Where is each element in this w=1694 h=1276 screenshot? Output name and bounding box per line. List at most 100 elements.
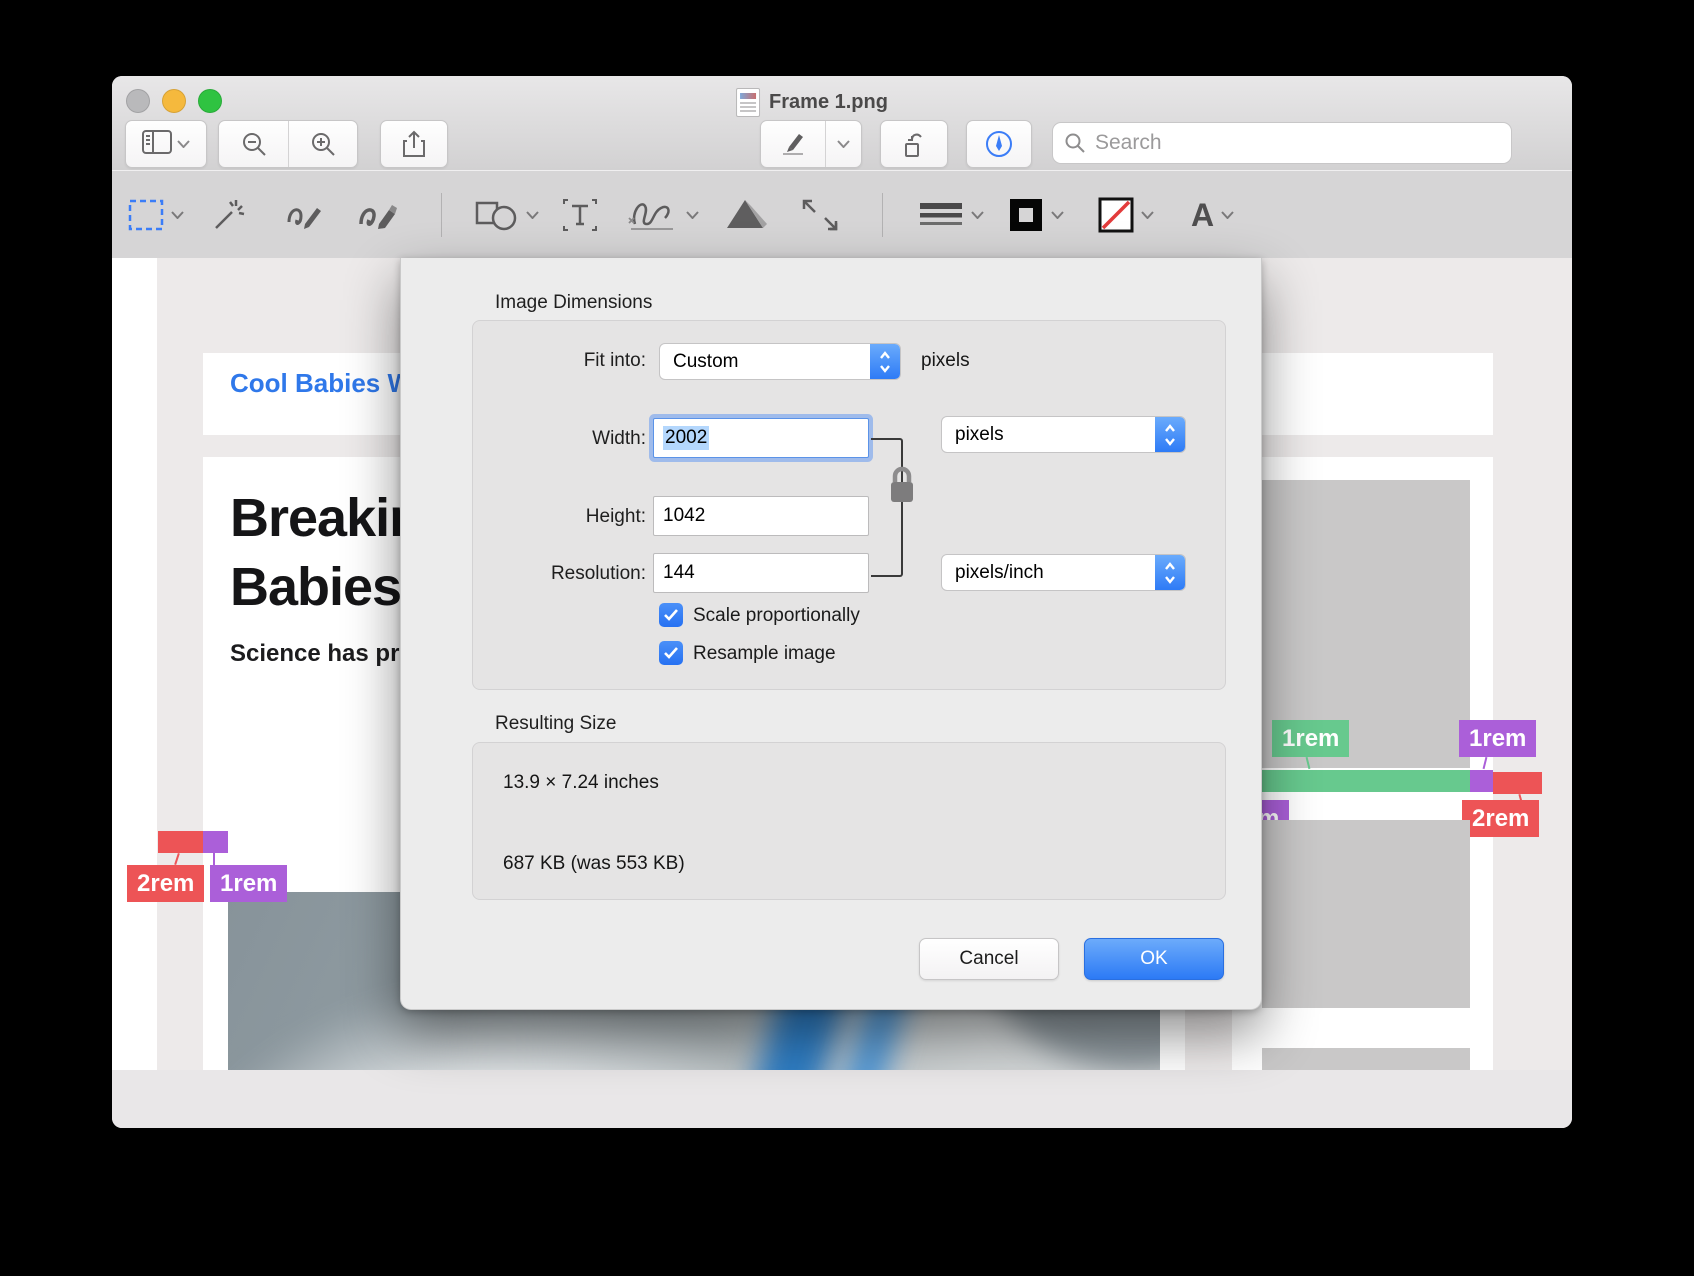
resolution-unit-popup[interactable]: pixels/inch: [941, 554, 1186, 591]
ok-label: OK: [1140, 948, 1168, 969]
size-unit-value: pixels: [955, 423, 1004, 445]
height-label: Height:: [585, 506, 646, 527]
markup-pen-dropdown[interactable]: [826, 121, 861, 167]
badge-label: 1rem: [1282, 724, 1340, 752]
ok-button[interactable]: OK: [1084, 938, 1224, 980]
sidebar-icon: [142, 129, 172, 159]
toolbar-divider: [441, 193, 442, 237]
preview-window: Frame 1.png Search A Cool Babies We Brea…: [112, 76, 1572, 1128]
badge-label: 2rem: [1472, 804, 1530, 832]
fill-color-tool[interactable]: [1098, 171, 1154, 259]
resample-image-checkbox[interactable]: [659, 641, 683, 665]
rotate-left-icon: [905, 133, 922, 157]
resulting-dimensions: 13.9 × 7.24 inches: [503, 772, 659, 793]
chevron-down-icon: [686, 211, 699, 219]
width-label: Width:: [592, 428, 646, 449]
page-link: Cool Babies We: [230, 368, 427, 398]
page-left-white-column: [112, 258, 157, 1070]
fit-into-value: Custom: [673, 350, 739, 372]
width-input[interactable]: 2002: [653, 418, 869, 458]
left-2rem-badge: 2rem: [127, 865, 205, 902]
section-title-image-dimensions: Image Dimensions: [495, 292, 653, 313]
fit-into-popup[interactable]: Custom: [659, 343, 901, 380]
search-field[interactable]: [1052, 122, 1512, 164]
minimize-button[interactable]: [162, 89, 186, 113]
popup-stepper-icon: [1155, 555, 1185, 590]
popup-stepper-icon: [1155, 417, 1185, 452]
close-button[interactable]: [126, 89, 150, 113]
resample-image-label: Resample image: [693, 643, 836, 664]
fit-into-unit: pixels: [921, 350, 970, 371]
zoom-in-button[interactable]: [289, 121, 357, 167]
zoom-button[interactable]: [198, 89, 222, 113]
adjust-size-icon: [802, 199, 838, 231]
sidebar-placeholder-block: [1262, 1048, 1470, 1070]
adjust-color-tool[interactable]: [725, 171, 769, 259]
border-color-icon: [1010, 199, 1042, 231]
right-2rem-badge: 2rem: [1462, 800, 1540, 837]
text-style-tool[interactable]: A: [1191, 171, 1234, 259]
cancel-button[interactable]: Cancel: [919, 938, 1059, 980]
sidebar-toggle-button[interactable]: [125, 120, 207, 168]
size-unit-popup[interactable]: pixels: [941, 416, 1186, 453]
selection-tool[interactable]: [128, 171, 184, 259]
adjust-size-tool[interactable]: [801, 171, 839, 259]
zoom-out-button[interactable]: [220, 121, 288, 167]
resolution-unit-value: pixels/inch: [955, 561, 1044, 583]
instant-alpha-wand-icon: [215, 200, 245, 229]
left-red-connector: [174, 852, 180, 866]
text-tool[interactable]: [562, 171, 598, 259]
right-red-margin-bar: [1493, 772, 1542, 794]
markup-pen-icon: [783, 134, 803, 155]
rotate-left-button[interactable]: [880, 120, 948, 168]
share-button[interactable]: [380, 120, 448, 168]
resolution-input[interactable]: 144: [653, 553, 869, 593]
right-green-1rem-badge: 1rem: [1272, 720, 1350, 757]
checkmark-icon: [664, 647, 678, 659]
sidebar-placeholder-block: [1262, 820, 1470, 1008]
markup-pen-button[interactable]: [761, 121, 825, 167]
chevron-down-icon: [971, 211, 984, 219]
popup-stepper-icon: [870, 344, 900, 379]
instant-alpha-tool[interactable]: [212, 171, 246, 259]
section-title-resulting-size: Resulting Size: [495, 713, 617, 734]
resolution-label: Resolution:: [550, 563, 646, 584]
chevron-down-icon: [177, 140, 190, 148]
window-title: Frame 1.png: [769, 91, 888, 113]
resulting-filesize: 687 KB (was 553 KB): [503, 853, 685, 874]
line-style-icon: [920, 203, 962, 225]
right-purple-padding-bar: [1470, 770, 1493, 792]
selection-icon: [128, 199, 164, 231]
scale-proportionally-label: Scale proportionally: [693, 605, 860, 626]
toolbar-divider: [882, 193, 883, 237]
sign-tool[interactable]: [627, 171, 699, 259]
sketch-icon: [287, 208, 321, 229]
sign-icon: [628, 203, 673, 230]
markup-toolbar: A: [112, 170, 1572, 260]
height-value: 1042: [663, 505, 706, 526]
fit-into-label: Fit into:: [583, 350, 646, 371]
shapes-tool[interactable]: [475, 171, 539, 259]
fill-color-icon: [1098, 197, 1134, 233]
badge-label: 1rem: [220, 869, 278, 897]
markup-toolbar-toggle-button[interactable]: [966, 120, 1032, 168]
badge-label: 2rem: [137, 869, 195, 897]
zoom-out-icon: [242, 133, 266, 156]
height-input[interactable]: 1042: [653, 496, 869, 536]
draw-tool[interactable]: [357, 171, 397, 259]
lock-icon[interactable]: [885, 464, 919, 508]
right-purple-1rem-badge: 1rem: [1459, 720, 1537, 757]
window-title-group: Frame 1.png: [736, 88, 888, 117]
search-input[interactable]: [1093, 130, 1499, 156]
border-color-tool[interactable]: [1008, 171, 1064, 259]
chevron-down-icon: [1141, 211, 1154, 219]
left-purple-connector: [213, 853, 215, 865]
sketch-tool[interactable]: [285, 171, 323, 259]
draw-icon: [359, 205, 397, 229]
left-red-margin-bar: [158, 831, 203, 853]
checkmark-icon: [664, 609, 678, 621]
chevron-down-icon: [1051, 211, 1064, 219]
adjust-color-prism-icon: [727, 200, 767, 228]
line-style-tool[interactable]: [918, 171, 984, 259]
scale-proportionally-checkbox[interactable]: [659, 603, 683, 627]
